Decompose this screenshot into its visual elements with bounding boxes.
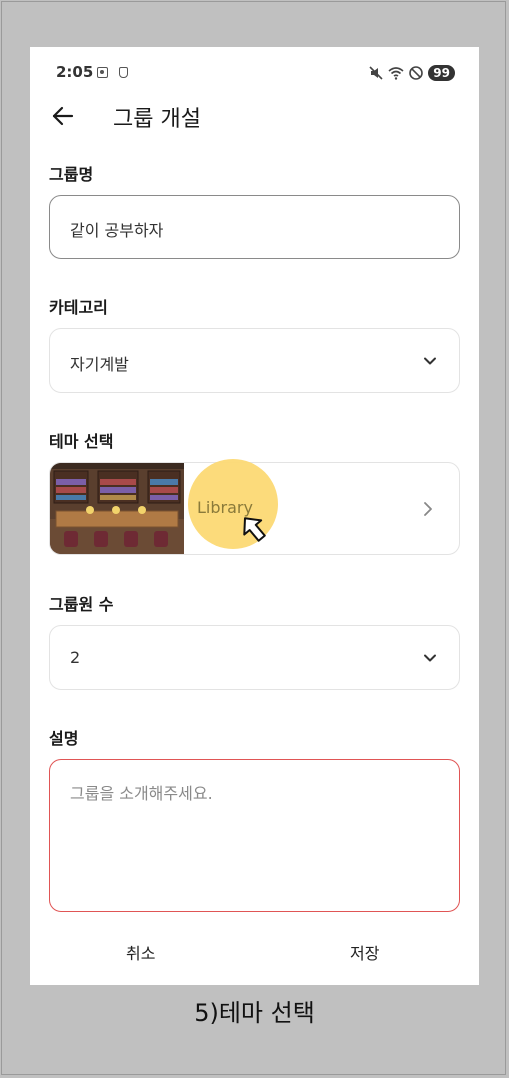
cancel-button[interactable]: 취소 (126, 940, 155, 964)
theme-label: 테마 선택 (49, 432, 114, 451)
screenshot-notification-icon (97, 67, 108, 78)
member-count-value: 2 (70, 648, 81, 667)
pointer-cursor-icon (243, 517, 266, 542)
shield-notification-icon (119, 67, 128, 78)
group-name-value: 같이 공부하자 (70, 221, 164, 240)
description-textarea[interactable]: 그룹을 소개해주세요. (49, 759, 460, 912)
chevron-down-icon (424, 357, 436, 365)
phone-screen: 2:05 99 그룹 개설 그룹명 같이 공부하자 카테고리 자기계발 테마 선… (30, 47, 479, 985)
status-bar: 2:05 99 (30, 61, 479, 85)
save-button[interactable]: 저장 (350, 940, 379, 964)
do-not-disturb-icon (409, 66, 424, 80)
description-placeholder: 그룹을 소개해주세요. (70, 784, 213, 803)
status-time: 2:05 (56, 63, 94, 81)
back-arrow-icon[interactable] (50, 103, 76, 129)
group-name-input[interactable]: 같이 공부하자 (49, 195, 460, 259)
battery-level: 99 (428, 65, 455, 81)
chevron-right-icon (424, 502, 432, 516)
member-count-select[interactable]: 2 (49, 625, 460, 690)
chevron-down-icon (424, 654, 436, 662)
status-icons: 99 (368, 63, 455, 83)
member-count-label: 그룹원 수 (49, 595, 114, 614)
category-select[interactable]: 자기계발 (49, 328, 460, 393)
category-label: 카테고리 (49, 298, 108, 317)
step-caption: 5)테마 선택 (194, 999, 315, 1027)
wifi-icon (388, 67, 404, 80)
library-theme-thumbnail (50, 463, 184, 554)
category-value: 자기계발 (70, 355, 129, 374)
group-name-label: 그룹명 (49, 165, 94, 184)
page-title: 그룹 개설 (113, 107, 201, 132)
description-label: 설명 (49, 729, 79, 748)
mute-icon (369, 66, 383, 80)
